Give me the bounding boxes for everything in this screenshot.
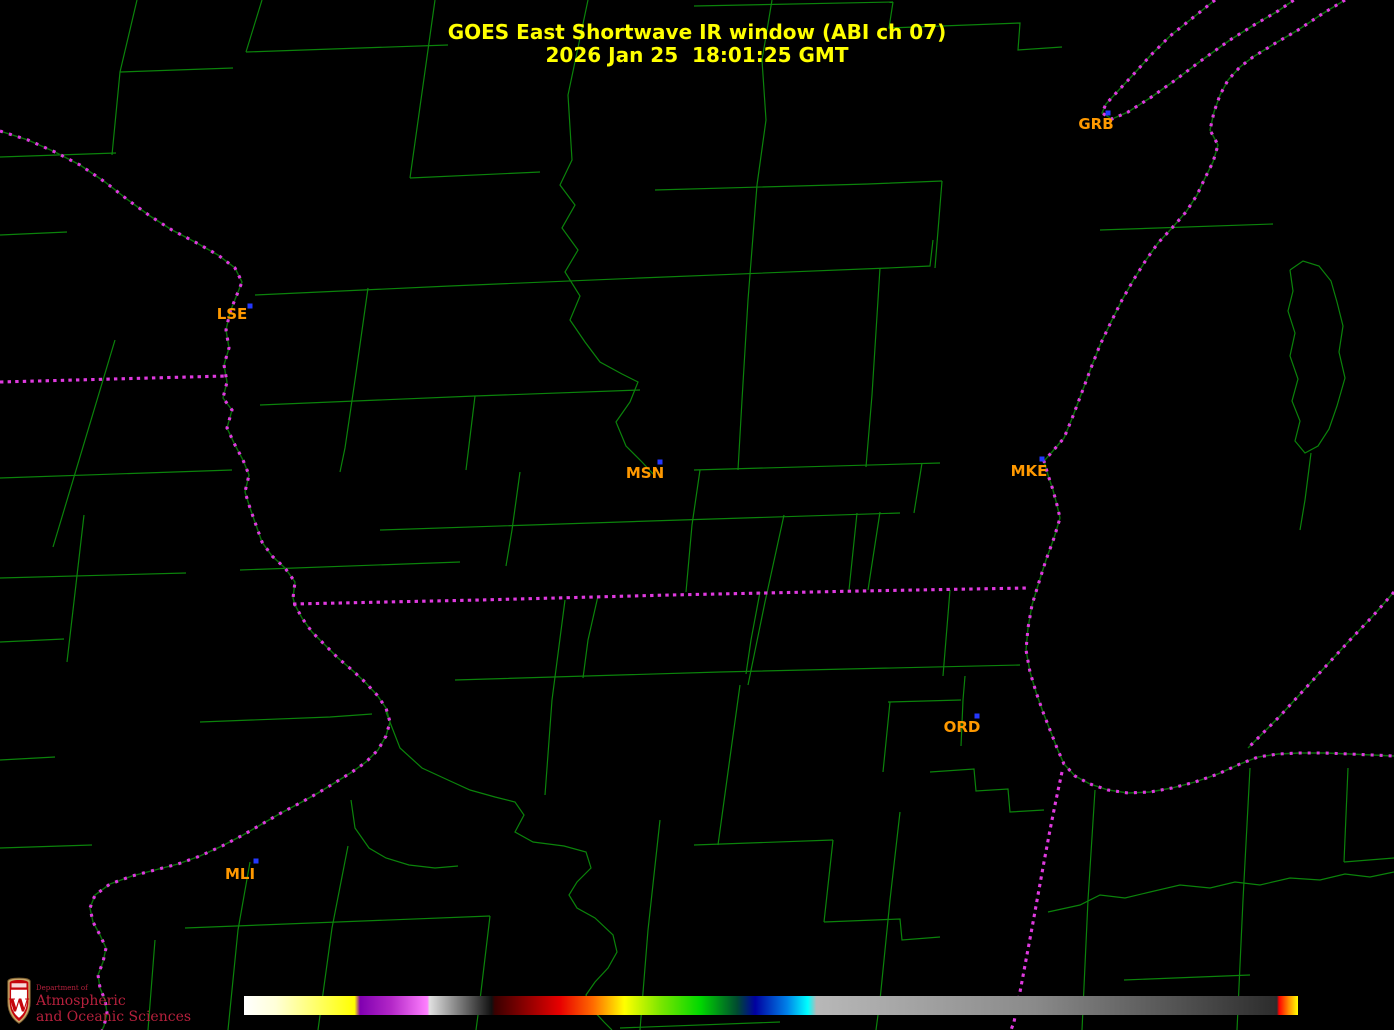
county-boundary-line [655, 181, 942, 190]
county-boundary-line [914, 463, 922, 513]
mn-ia-border [0, 376, 226, 382]
county-boundary-line [718, 685, 740, 845]
wi-il-border [293, 588, 1028, 604]
county-boundary-line [386, 712, 617, 1030]
county-boundary-line [694, 840, 833, 845]
county-boundary-line [943, 590, 950, 676]
county-boundary-line [694, 2, 893, 6]
county-boundary-line [694, 463, 940, 470]
station-label-GRB: GRB [1078, 115, 1113, 133]
county-boundary-line [1300, 453, 1311, 530]
title-line1: GOES East Shortwave IR window (ABI ch 07… [448, 20, 947, 44]
logo-line1-text: Atmospheric [36, 993, 126, 1009]
county-boundary-line [620, 1022, 780, 1028]
county-boundary-line [0, 639, 64, 642]
county-boundary-line [888, 700, 961, 702]
county-boundary-line [260, 390, 640, 405]
county-boundary-line [506, 472, 520, 566]
county-boundary-line [1082, 790, 1095, 1030]
lake-michigan-east-shore [1248, 592, 1394, 748]
county-boundary-line [888, 240, 933, 268]
county-boundary-line [545, 600, 565, 795]
county-boundary-line [824, 840, 833, 922]
ir-temperature-colorbar [244, 996, 1298, 1015]
county-boundary-line [380, 513, 900, 530]
county-boundary-line [0, 573, 186, 578]
county-boundary-line [1344, 768, 1348, 862]
county-boundary-line [866, 268, 880, 467]
station-label-MSN: MSN [626, 464, 664, 482]
county-boundary-line [1288, 261, 1345, 453]
satellite-image-viewport: GOES East Shortwave IR window (ABI ch 07… [0, 0, 1394, 1030]
county-boundary-line [935, 181, 942, 268]
county-boundary-line [200, 714, 372, 722]
station-label-LSE: LSE [217, 305, 248, 323]
logo-dept-text: Department of [36, 984, 88, 992]
station-label-ORD: ORD [944, 718, 981, 736]
county-boundary-line [748, 515, 784, 685]
county-boundary-line [185, 916, 490, 928]
county-boundary-line [0, 845, 92, 848]
logo-line2-text: and Oceanic Sciences [36, 1009, 191, 1025]
county-boundary-line [240, 562, 460, 570]
county-boundary-line [738, 185, 757, 470]
county-boundary-line [583, 596, 598, 678]
county-boundary-line [120, 68, 233, 72]
county-boundary-line [0, 470, 232, 478]
station-label-MLI: MLI [225, 865, 255, 883]
county-boundary-line [351, 800, 458, 868]
county-boundary-line [824, 919, 940, 940]
station-label-MKE: MKE [1011, 462, 1048, 480]
county-boundary-line [1237, 768, 1250, 1030]
county-boundary-line [1344, 858, 1394, 862]
county-boundary-line [686, 470, 700, 592]
county-boundary-line [466, 396, 475, 470]
county-boundary-line [455, 665, 1020, 680]
uw-crest-icon: W [5, 977, 33, 1025]
mississippi-river-border-shoreline [0, 131, 390, 1030]
county-boundary-line [67, 515, 84, 662]
station-dot-MLI [254, 859, 259, 864]
mississippi-river-border [0, 131, 390, 1030]
station-dot-LSE [248, 304, 253, 309]
county-boundary-line [1124, 975, 1250, 980]
station-dot-MKE [1040, 457, 1045, 462]
county-boundary-line [0, 757, 55, 760]
satellite-map [0, 0, 1394, 1030]
image-title: GOES East Shortwave IR window (ABI ch 07… [0, 21, 1394, 67]
county-boundary-line [930, 769, 1044, 812]
uw-aos-logo: W Department of Atmospheric and Oceanic … [5, 977, 305, 1027]
county-boundary-line [849, 513, 857, 590]
county-boundary-line [868, 512, 880, 590]
county-boundary-line [0, 232, 67, 235]
county-boundary-line [340, 288, 368, 472]
county-boundary-line [1048, 872, 1394, 912]
county-boundary-line [883, 702, 890, 772]
title-line2: 2026 Jan 25 18:01:25 GMT [546, 43, 849, 67]
county-boundary-line [1100, 224, 1273, 230]
county-boundary-line [560, 0, 655, 476]
county-boundary-line [410, 172, 540, 178]
svg-text:W: W [8, 995, 30, 1016]
